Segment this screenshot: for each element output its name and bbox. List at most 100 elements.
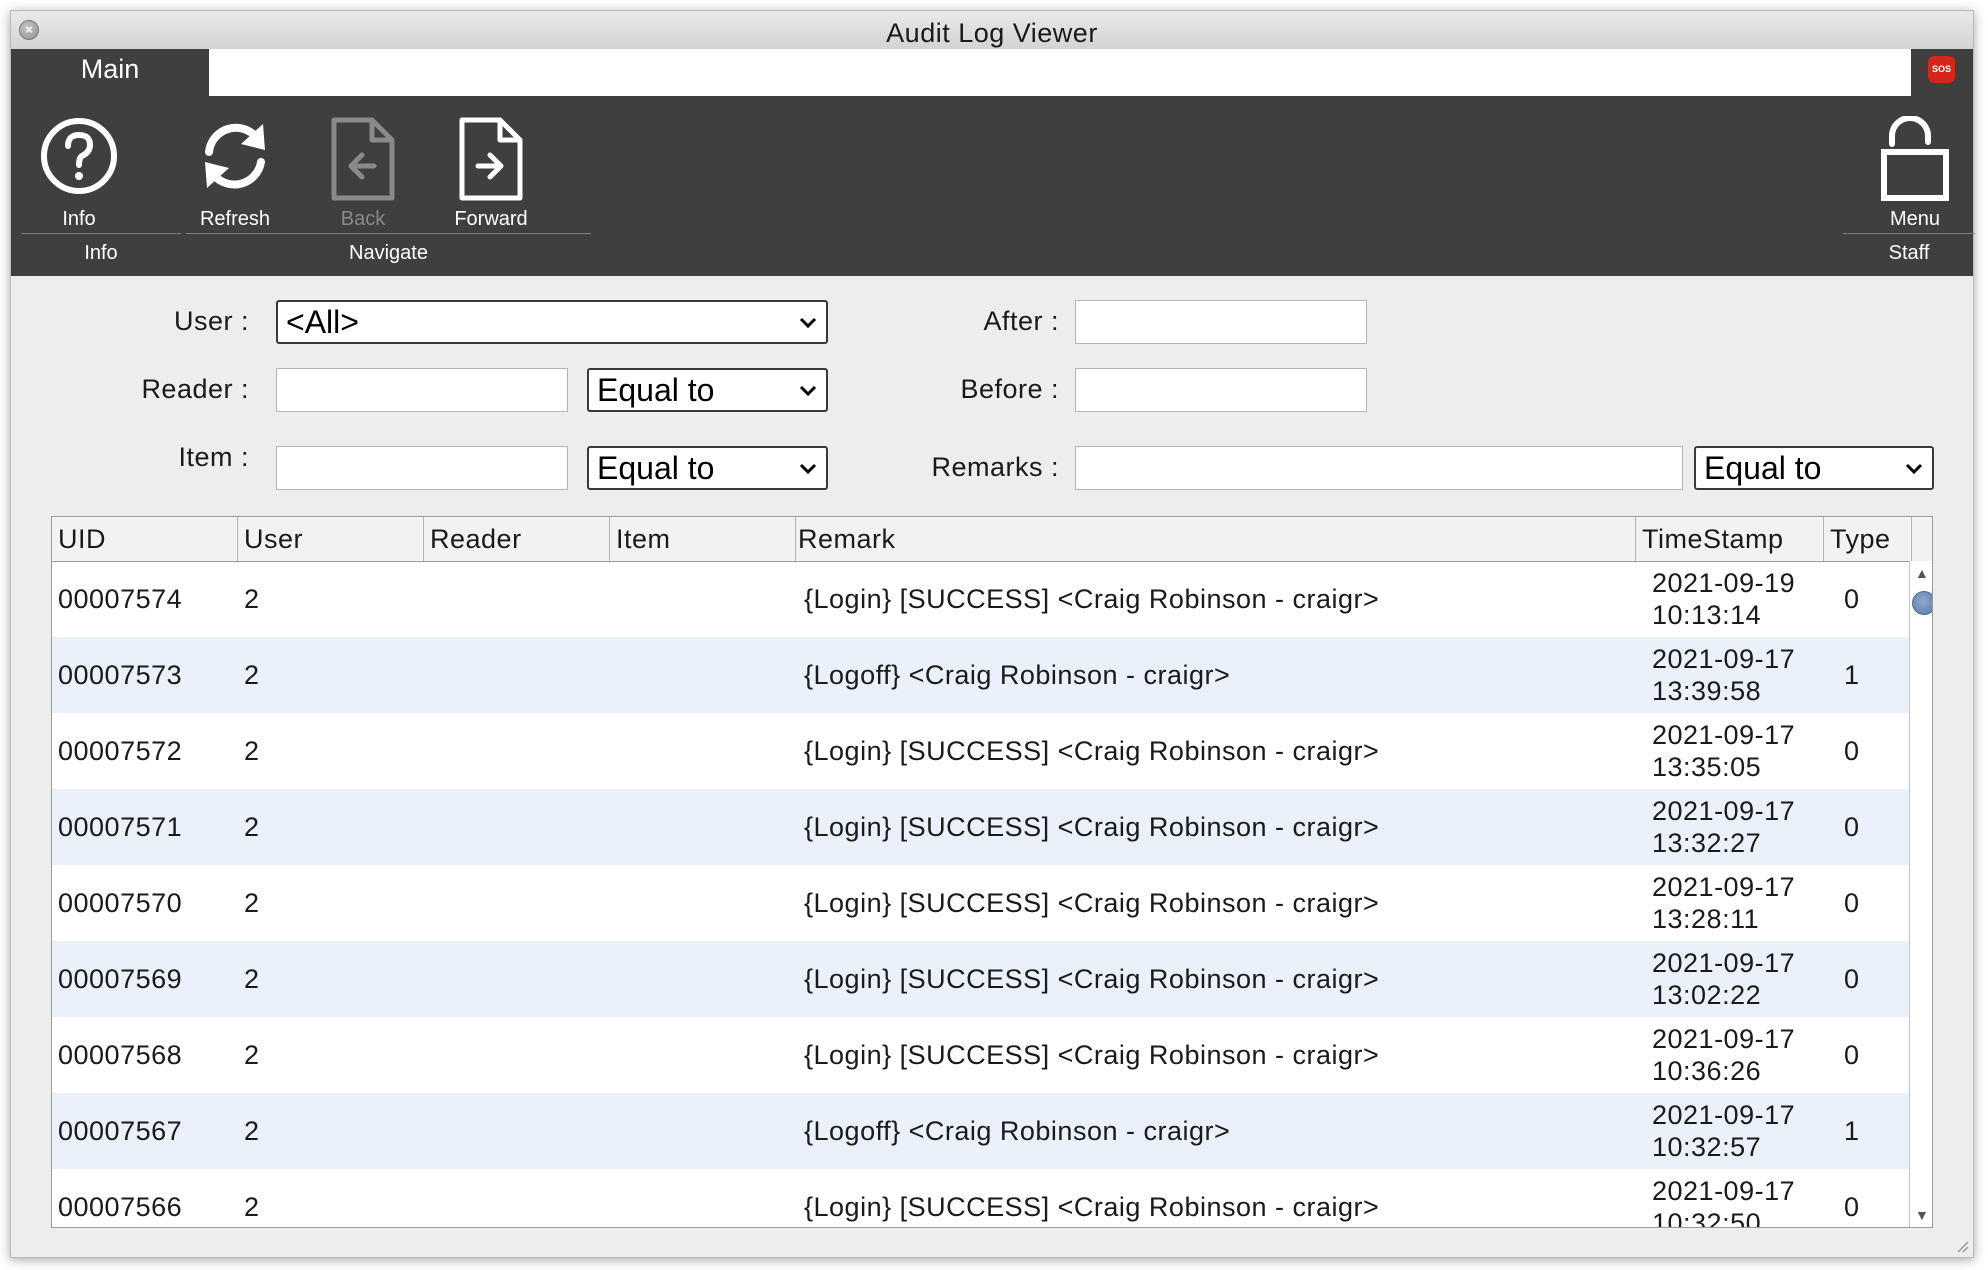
- table-row[interactable]: 00007566 2 {Login} [SUCCESS] <Craig Robins…: [52, 1169, 1911, 1227]
- item-field[interactable]: [276, 446, 568, 490]
- cell-remark: {Login} [SUCCESS] <Craig Robinson - crai…: [804, 736, 1380, 766]
- navigate-group-divider: [186, 233, 591, 234]
- cell-remark: {Login} [SUCCESS] <Craig Robinson - crai…: [804, 888, 1380, 918]
- timestamp-time: 10:13:14: [1652, 600, 1762, 630]
- cell-type: 0: [1844, 1192, 1860, 1222]
- cell-type: 0: [1844, 584, 1860, 614]
- cell-remark: {Login} [SUCCESS] <Craig Robinson - crai…: [804, 1040, 1380, 1070]
- reader-operator-value: Equal to: [597, 372, 715, 408]
- cell-remark: {Login} [SUCCESS] <Craig Robinson - crai…: [804, 584, 1380, 614]
- cell-timestamp: 2021-09-19 10:13:14: [1652, 567, 1795, 643]
- user-select-value: <All>: [286, 304, 359, 340]
- scroll-up-arrow-icon[interactable]: ▲: [1915, 565, 1929, 581]
- timestamp-time: 10:36:26: [1652, 1056, 1762, 1086]
- cell-user: 2: [244, 660, 260, 690]
- filter-form: User : <All> After : Reader : Equal to B…: [11, 276, 1973, 1241]
- audit-log-table: UID User Reader Item Remark TimeStamp Ty…: [51, 516, 1933, 1228]
- column-header-uid[interactable]: UID: [52, 517, 238, 561]
- column-header-item[interactable]: Item: [610, 517, 796, 561]
- timestamp-time: 13:28:11: [1652, 904, 1760, 934]
- cell-user: 2: [244, 584, 260, 614]
- scrollbar-thumb[interactable]: [1912, 591, 1932, 615]
- table-row[interactable]: 00007568 2 {Login} [SUCCESS] <Craig Robins…: [52, 1017, 1911, 1093]
- resize-grip-icon[interactable]: [1953, 1237, 1969, 1253]
- cell-type: 0: [1844, 964, 1860, 994]
- reader-operator-select[interactable]: Equal to: [587, 368, 828, 412]
- cell-uid: 00007572: [58, 736, 183, 766]
- table-row[interactable]: 00007572 2 {Login} [SUCCESS] <Craig Robins…: [52, 713, 1911, 789]
- table-row[interactable]: 00007570 2 {Login} [SUCCESS] <Craig Robins…: [52, 865, 1911, 941]
- column-header-spacer: [1912, 517, 1932, 561]
- forward-label: Forward: [454, 208, 528, 230]
- timestamp-date: 2021-09-17: [1652, 1024, 1796, 1054]
- remarks-label: Remarks :: [931, 452, 1059, 482]
- cell-user: 2: [244, 1116, 260, 1146]
- column-header-remark[interactable]: Remark: [796, 517, 1636, 561]
- column-header-reader[interactable]: Reader: [424, 517, 610, 561]
- before-field[interactable]: [1075, 368, 1367, 412]
- item-label: Item :: [178, 442, 249, 472]
- column-header-type[interactable]: Type: [1824, 517, 1912, 561]
- refresh-label: Refresh: [199, 208, 271, 230]
- refresh-button[interactable]: Refresh: [165, 96, 305, 236]
- cell-uid: 00007570: [58, 888, 183, 918]
- chevron-down-icon: [799, 385, 817, 397]
- window-title: Audit Log Viewer: [886, 18, 1098, 48]
- cell-timestamp: 2021-09-17 13:39:58: [1652, 643, 1795, 719]
- cell-type: 0: [1844, 736, 1860, 766]
- item-operator-value: Equal to: [597, 450, 715, 486]
- table-row[interactable]: 00007574 2 {Login} [SUCCESS] <Craig Robins…: [52, 561, 1911, 637]
- table-header: UID User Reader Item Remark TimeStamp Ty…: [52, 517, 1932, 562]
- title-bar[interactable]: × Audit Log Viewer: [11, 11, 1973, 50]
- timestamp-date: 2021-09-17: [1652, 1100, 1796, 1130]
- cell-remark: {Login} [SUCCESS] <Craig Robinson - crai…: [804, 812, 1380, 842]
- column-header-timestamp[interactable]: TimeStamp: [1636, 517, 1824, 561]
- back-button[interactable]: Back: [293, 96, 433, 236]
- document-forward-icon: [459, 117, 523, 201]
- cell-uid: 00007574: [58, 584, 183, 614]
- after-label: After :: [983, 306, 1059, 336]
- timestamp-time: 13:39:58: [1652, 676, 1762, 706]
- timestamp-time: 13:32:27: [1652, 828, 1762, 858]
- remarks-field[interactable]: [1075, 446, 1683, 490]
- cell-uid: 00007568: [58, 1040, 183, 1070]
- timestamp-date: 2021-09-19: [1652, 568, 1796, 598]
- unlocked-padlock-icon: [1881, 116, 1949, 201]
- scroll-down-arrow-icon[interactable]: ▼: [1915, 1207, 1929, 1223]
- user-select[interactable]: <All>: [276, 300, 828, 344]
- after-field[interactable]: [1075, 300, 1367, 344]
- item-operator-select[interactable]: Equal to: [587, 446, 828, 490]
- chevron-down-icon: [1905, 463, 1923, 475]
- table-row[interactable]: 00007567 2 {Logoff} <Craig Robinson - crai…: [52, 1093, 1911, 1169]
- cell-uid: 00007569: [58, 964, 183, 994]
- vertical-scrollbar[interactable]: ▲ ▼: [1909, 561, 1932, 1227]
- table-row[interactable]: 00007569 2 {Login} [SUCCESS] <Craig Robins…: [52, 941, 1911, 1017]
- cell-timestamp: 2021-09-17 13:02:22: [1652, 947, 1795, 1023]
- cell-type: 0: [1844, 888, 1860, 918]
- table-row[interactable]: 00007573 2 {Logoff} <Craig Robinson - crai…: [52, 637, 1911, 713]
- remarks-operator-select[interactable]: Equal to: [1694, 446, 1934, 490]
- audit-log-window: × Audit Log Viewer Main SOS Info Refresh…: [9, 10, 1975, 1258]
- timestamp-time: 13:02:22: [1652, 980, 1762, 1010]
- staff-group-label: Staff: [1888, 242, 1930, 264]
- reader-field[interactable]: [276, 368, 568, 412]
- cell-user: 2: [244, 736, 260, 766]
- table-row[interactable]: 00007571 2 {Login} [SUCCESS] <Craig Robins…: [52, 789, 1911, 865]
- info-button[interactable]: Info: [9, 96, 149, 236]
- forward-button[interactable]: Forward: [421, 96, 561, 236]
- cell-timestamp: 2021-09-17 13:28:11: [1652, 871, 1795, 947]
- timestamp-time: 13:35:05: [1652, 752, 1762, 782]
- info-group-label: Info: [84, 242, 118, 264]
- cell-user: 2: [244, 1040, 260, 1070]
- menu-label: Menu: [1889, 208, 1941, 230]
- column-header-user[interactable]: User: [238, 517, 424, 561]
- menu-button[interactable]: Menu: [1845, 96, 1985, 236]
- cell-uid: 00007566: [58, 1192, 183, 1222]
- sos-button[interactable]: SOS: [1911, 49, 1973, 96]
- staff-group-divider: [1843, 233, 1975, 234]
- cell-user: 2: [244, 812, 260, 842]
- timestamp-time: 10:32:57: [1652, 1132, 1762, 1162]
- timestamp-date: 2021-09-17: [1652, 872, 1796, 902]
- tab-main[interactable]: Main: [11, 49, 209, 96]
- cell-remark: {Login} [SUCCESS] <Craig Robinson - crai…: [804, 964, 1380, 994]
